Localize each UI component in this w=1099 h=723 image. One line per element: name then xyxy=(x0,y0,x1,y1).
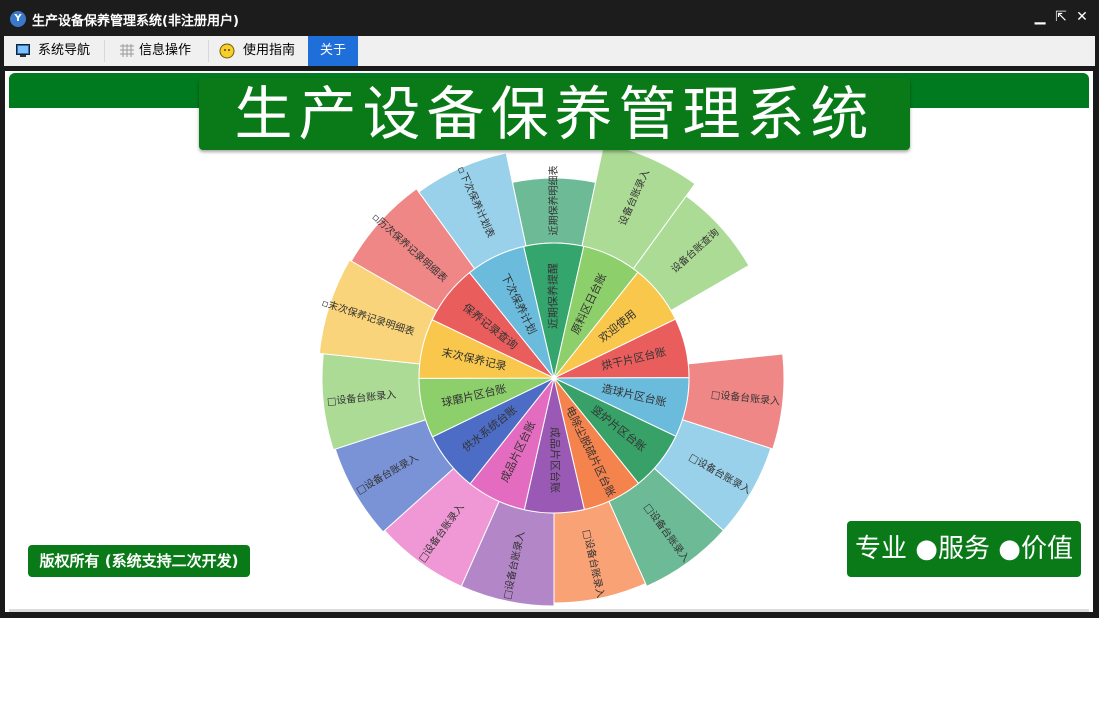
menu-label: 使用指南 xyxy=(243,43,296,58)
title-bar: Y 生产设备保养管理系统(非注册用户) ▁ ⇱ ✕ xyxy=(0,0,1099,36)
menu-item-info-operation[interactable]: 信息操作 xyxy=(105,36,205,66)
smiley-icon xyxy=(219,43,235,59)
menu-label: 系统导航 xyxy=(38,43,91,58)
grid-icon xyxy=(120,44,134,57)
main-content: 近期保养明细表 设备台账录入 设备台账查询 □设备台账录入 □设备台账录入 □设备台账录入… xyxy=(5,71,1093,612)
system-title-banner: 生产设备保养管理系统 xyxy=(199,78,910,150)
app-logo-icon: Y xyxy=(10,11,26,27)
slogan-label: 专业 ●服务 ●价值 xyxy=(847,521,1081,577)
window-title: 生产设备保养管理系统(非注册用户) xyxy=(32,14,239,29)
menu-label: 信息操作 xyxy=(139,43,192,58)
menu-bar: 系统导航 信息操作 使用指南 关于 xyxy=(4,36,1095,66)
sunburst-inner-label: 近期保养提醒 xyxy=(546,263,560,329)
menu-item-navigation[interactable]: 系统导航 xyxy=(4,36,101,66)
restore-button[interactable]: ⇱ xyxy=(1052,8,1070,26)
copyright-label: 版权所有 (系统支持二次开发) xyxy=(28,545,250,577)
sunburst-inner-label: 成品片区台账 xyxy=(548,427,562,493)
menu-item-about[interactable]: 关于 xyxy=(308,36,358,66)
close-button[interactable]: ✕ xyxy=(1073,8,1091,26)
minimize-button[interactable]: ▁ xyxy=(1031,8,1049,26)
monitor-icon xyxy=(16,44,30,57)
sunburst-outer-label: 近期保养明细表 xyxy=(547,166,560,236)
app-window: Y 生产设备保养管理系统(非注册用户) ▁ ⇱ ✕ 系统导航 信息操作 使用指南… xyxy=(0,0,1099,618)
menu-item-user-guide[interactable]: 使用指南 xyxy=(209,36,309,66)
menu-label: 关于 xyxy=(319,43,346,58)
bottom-divider xyxy=(9,609,1089,612)
